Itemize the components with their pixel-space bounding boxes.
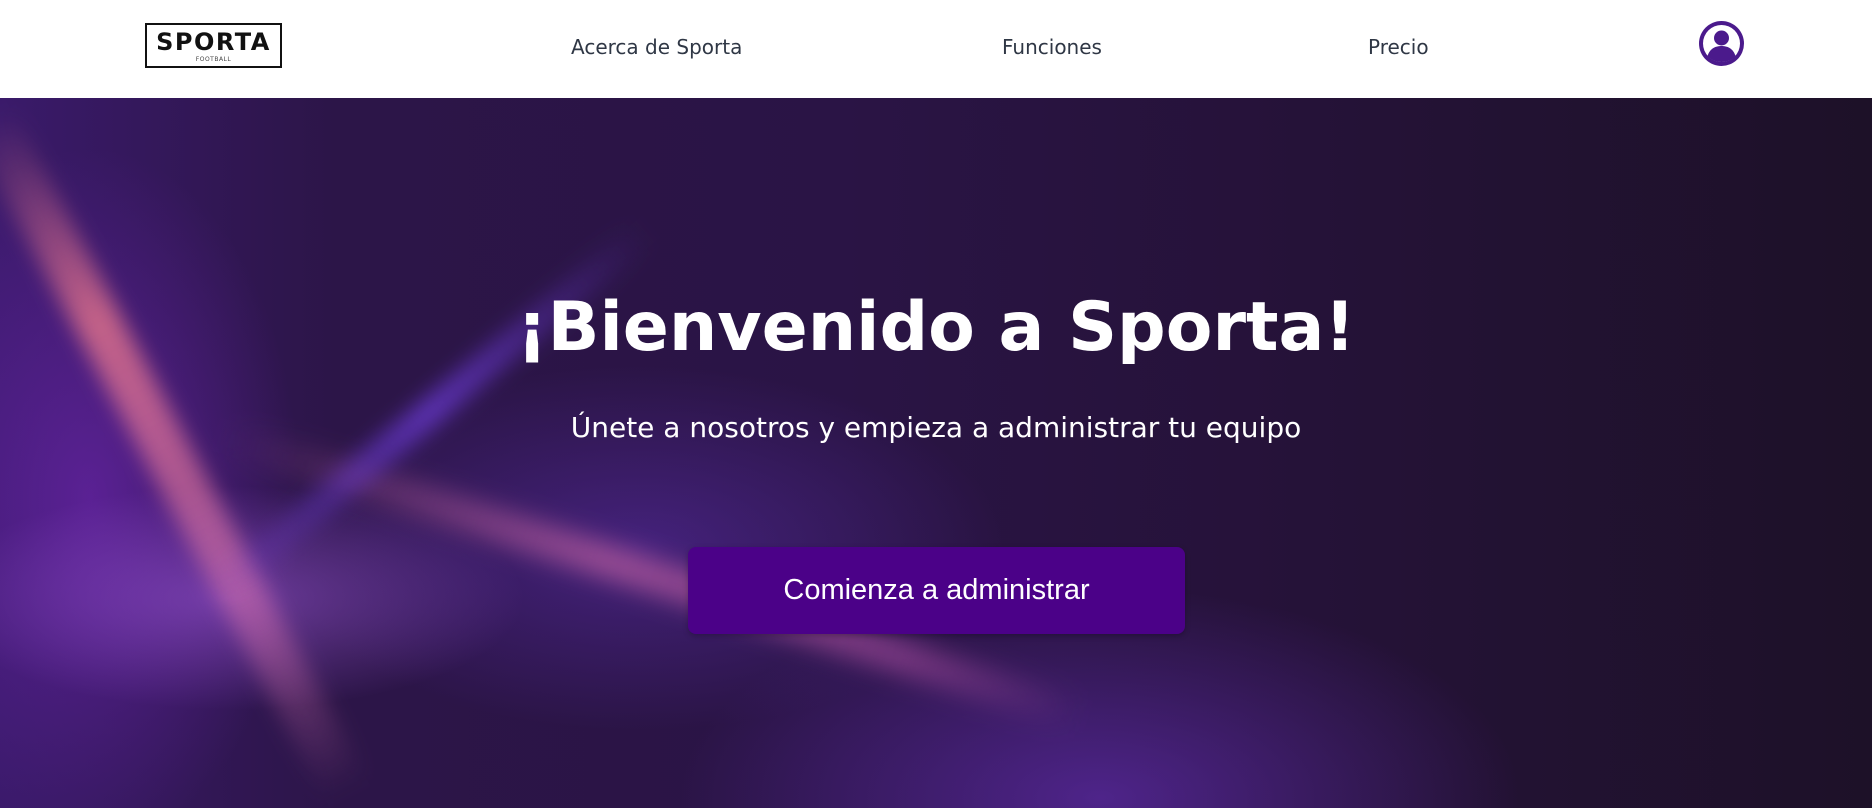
user-avatar-button[interactable] bbox=[1699, 21, 1744, 66]
logo-wordmark: SPORTA bbox=[156, 28, 271, 56]
start-managing-button[interactable]: Comienza a administrar bbox=[688, 547, 1185, 634]
nav-link-features[interactable]: Funciones bbox=[1002, 34, 1102, 60]
top-navbar: SPORTA FOOTBALL Acerca de Sporta Funcion… bbox=[0, 0, 1872, 98]
logo-tagline: FOOTBALL bbox=[195, 56, 232, 63]
hero-subtitle: Únete a nosotros y empieza a administrar… bbox=[570, 411, 1302, 444]
nav-link-about[interactable]: Acerca de Sporta bbox=[571, 34, 742, 60]
hero-section: ¡Bienvenido a Sporta! Únete a nosotros y… bbox=[0, 98, 1872, 808]
hero-title: ¡Bienvenido a Sporta! bbox=[516, 288, 1356, 367]
user-circle-icon bbox=[1699, 21, 1744, 66]
sporta-logo[interactable]: SPORTA FOOTBALL bbox=[145, 23, 282, 68]
nav-link-pricing[interactable]: Precio bbox=[1368, 34, 1429, 60]
hero-light-streak bbox=[0, 108, 367, 801]
